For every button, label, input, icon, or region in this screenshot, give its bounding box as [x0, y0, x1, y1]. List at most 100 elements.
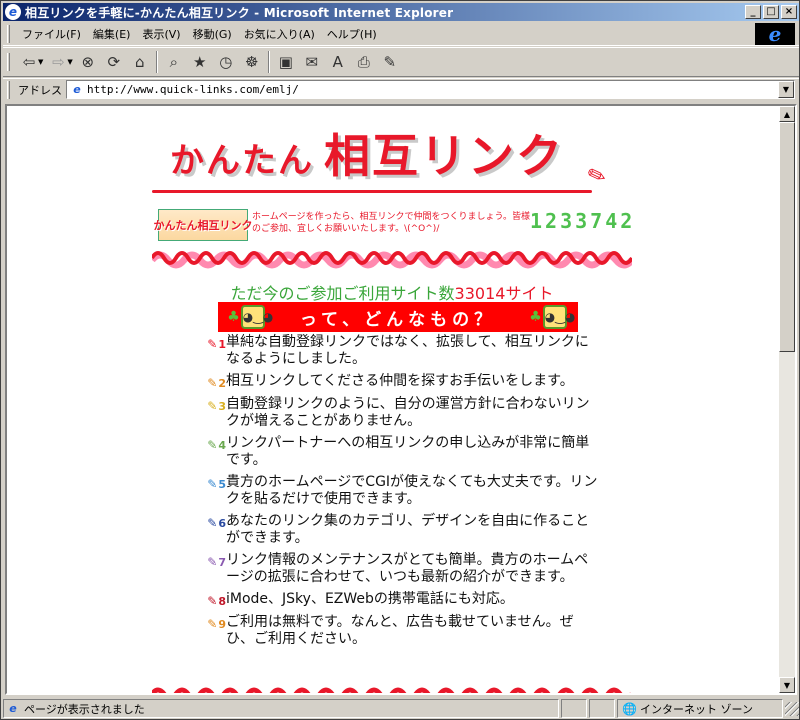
item-text: 貴方のホームページでCGIが使えなくても大丈夫です。リンクを貼るだけで使用できま… — [226, 474, 598, 507]
item-number: 5 — [218, 477, 226, 491]
window-title: 相互リンクを手軽に-かんたん相互リンク - Microsoft Internet… — [25, 5, 454, 20]
address-dropdown-icon[interactable]: ▼ — [778, 81, 794, 98]
site-count: 33014サイト — [454, 284, 554, 303]
address-bar: アドレス e http://www.quick-links.com/emlj/ … — [3, 78, 799, 100]
minimize-button[interactable]: _ — [745, 5, 761, 19]
bullet: ✎ 1 — [188, 336, 226, 352]
pen-icon: ✎ — [584, 161, 611, 192]
browser-window: e 相互リンクを手軽に-かんたん相互リンク - Microsoft Intern… — [0, 0, 800, 720]
item-number: 2 — [218, 376, 226, 390]
scroll-down-icon[interactable]: ▼ — [779, 677, 795, 693]
pencil-icon: ✎ — [207, 376, 218, 390]
standard-toolbar: ⇦ ▼ ⇨ ▼ ⊗ ⟳ ⌂ ⌕ ★ ◷ ☸ ▣ ✉ A ⎙ ✎ — [3, 47, 799, 77]
status-cell-progress — [561, 699, 587, 718]
scrollbar-thumb[interactable] — [779, 122, 795, 352]
list-item: ✎ 9 ご利用は無料です。なんと、広告も載せていません。ぜひ、ご利用ください。 — [188, 614, 600, 648]
menu-favorites[interactable]: お気に入り(A) — [238, 24, 321, 44]
bullet: ✎ 3 — [188, 398, 226, 414]
heading-prefix: ただ今のご参加ご利用サイト数 — [230, 284, 455, 303]
fullscreen-icon[interactable]: ▣ — [273, 50, 299, 74]
toolbar-grip[interactable] — [7, 53, 10, 71]
back-dropdown-icon[interactable]: ▼ — [38, 58, 43, 66]
logo-big-text: 相互リンク — [324, 129, 564, 183]
link-banner[interactable]: かんたん相互リンク — [154, 209, 253, 241]
bullet: ✎ 7 — [188, 554, 226, 570]
resize-grip-icon[interactable] — [785, 701, 799, 716]
item-text: 相互リンクしてくださる仲間を探すお手伝いをします。 — [226, 373, 574, 389]
ie-app-icon[interactable]: e — [5, 4, 21, 20]
refresh-icon[interactable]: ⟳ — [101, 50, 127, 74]
mascot-face-icon: ◕‿◕ — [542, 305, 575, 329]
page-icon: e — [9, 701, 17, 715]
status-bar: e ページが表示されました 🌐 インターネット ゾーン — [3, 698, 799, 719]
feature-list: ✎ 1 単純な自動登録リンクではなく、拡張して、相互リンクになるようにしました。 … — [188, 334, 600, 653]
scroll-up-icon[interactable]: ▲ — [779, 106, 795, 122]
participant-count-heading: ただ今のご参加ご利用サイト数33014サイト — [152, 280, 632, 304]
mascot-left: ♣ ◕‿◕ — [226, 304, 273, 330]
wave-divider-bottom — [152, 687, 631, 693]
mascot-face-icon: ◕‿◕ — [240, 305, 273, 329]
pencil-icon: ✎ — [207, 594, 218, 608]
intro-text: ホームページを作ったら、相互リンクで仲間をつくりましょう。皆様のご参加、宜しくお… — [252, 212, 531, 234]
leaf-icon: ♣ — [529, 309, 542, 325]
list-item: ✎ 2 相互リンクしてくださる仲間を探すお手伝いをします。 — [188, 373, 600, 391]
item-number: 3 — [218, 399, 226, 413]
bullet: ✎ 2 — [188, 375, 226, 391]
menu-edit[interactable]: 編集(E) — [87, 24, 137, 44]
pencil-icon: ✎ — [207, 337, 218, 351]
item-text: リンク情報のメンテナンスがとても簡単。貴方のホームページの拡張に合わせて、いつも… — [226, 552, 589, 585]
site-logo[interactable]: かんたん 相互リンク — [170, 120, 564, 186]
addressbar-grip[interactable] — [7, 80, 10, 99]
forward-dropdown-icon[interactable]: ▼ — [67, 58, 72, 66]
ie-logo-icon: e — [768, 22, 782, 46]
list-item: ✎ 7 リンク情報のメンテナンスがとても簡単。貴方のホームページの拡張に合わせて、… — [188, 552, 600, 586]
close-button[interactable]: × — [781, 5, 797, 19]
pencil-icon: ✎ — [207, 438, 218, 452]
list-item: ✎ 5 貴方のホームページでCGIが使えなくても大丈夫です。リンクを貼るだけで使用… — [188, 474, 600, 508]
page-icon: e — [73, 82, 81, 96]
edit-icon[interactable]: ✎ — [377, 50, 403, 74]
bullet: ✎ 5 — [188, 476, 226, 492]
history-icon[interactable]: ◷ — [213, 50, 239, 74]
font-size-icon[interactable]: A — [325, 50, 351, 74]
leaf-icon: ♣ — [227, 309, 240, 325]
item-number: 6 — [218, 516, 226, 530]
item-number: 7 — [218, 555, 226, 569]
channels-icon[interactable]: ☸ — [239, 50, 265, 74]
ie-throbber: e — [755, 23, 795, 45]
menu-view[interactable]: 表示(V) — [136, 24, 186, 44]
wave-divider — [152, 251, 632, 269]
zone-text: インターネット ゾーン — [640, 702, 753, 716]
maximize-button[interactable]: □ — [763, 5, 779, 19]
stop-icon[interactable]: ⊗ — [75, 50, 101, 74]
favorites-icon[interactable]: ★ — [187, 50, 213, 74]
bullet: ✎ 8 — [188, 593, 226, 609]
what-is-it-text: って、どんなもの？ — [299, 309, 497, 330]
menu-help[interactable]: ヘルプ(H) — [321, 24, 383, 44]
address-input[interactable]: e http://www.quick-links.com/emlj/ ▼ — [66, 80, 795, 99]
print-icon[interactable]: ⎙ — [351, 50, 377, 74]
pencil-icon: ✎ — [207, 555, 218, 569]
item-text: リンクパートナーへの相互リンクの申し込みが非常に簡単です。 — [226, 435, 590, 468]
bullet: ✎ 6 — [188, 515, 226, 531]
page-viewport: かんたん 相互リンク ✎ かんたん相互リンク ホームページを作ったら、相互リンクで… — [5, 104, 797, 695]
item-number: 1 — [218, 337, 226, 351]
menu-file[interactable]: ファイル(F) — [16, 24, 87, 44]
item-text: iMode、JSky、EZWebの携帯電話にも対応。 — [226, 591, 514, 607]
status-zone: 🌐 インターネット ゾーン — [617, 699, 783, 718]
home-icon[interactable]: ⌂ — [127, 50, 153, 74]
list-item: ✎ 3 自動登録リンクのように、自分の運営方針に合わないリンクが増えることがありま… — [188, 396, 600, 430]
vertical-scrollbar[interactable]: ▲ ▼ — [779, 106, 795, 693]
logo-small-text: かんたん — [170, 141, 314, 181]
address-url[interactable]: http://www.quick-links.com/emlj/ — [87, 83, 299, 96]
bullet: ✎ 4 — [188, 437, 226, 453]
menu-go[interactable]: 移動(G) — [187, 24, 238, 44]
search-icon[interactable]: ⌕ — [161, 50, 187, 74]
list-item: ✎ 1 単純な自動登録リンクではなく、拡張して、相互リンクになるようにしました。 — [188, 334, 600, 368]
what-is-it-banner: ♣ ◕‿◕ って、どんなもの？ ♣ ◕‿◕ — [218, 302, 578, 332]
status-text: ページが表示されました — [24, 702, 145, 716]
item-number: 8 — [218, 594, 226, 608]
mail-icon[interactable]: ✉ — [299, 50, 325, 74]
page-content: かんたん 相互リンク ✎ かんたん相互リンク ホームページを作ったら、相互リンクで… — [152, 106, 632, 693]
menubar-grip[interactable] — [7, 24, 10, 43]
